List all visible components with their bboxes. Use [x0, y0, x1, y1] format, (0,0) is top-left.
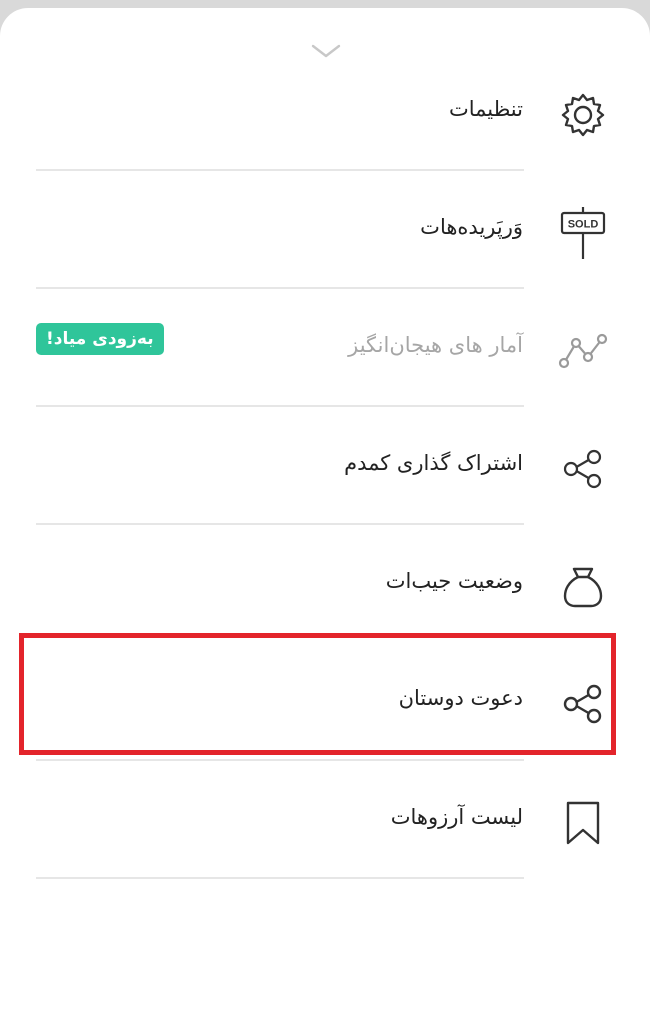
- menu-item-share-closet[interactable]: اشتراک گذاری کمدم: [0, 404, 650, 522]
- menu-item-stats[interactable]: به‌زودی میاد! آمار های هیجان‌انگیز: [0, 286, 650, 404]
- money-bag-icon: [555, 559, 611, 615]
- sold-sign-icon: SOLD: [555, 205, 611, 261]
- sold-sign-text: SOLD: [568, 219, 599, 231]
- menu-item-label: آمار های هیجان‌انگیز: [348, 333, 523, 357]
- menu-item-label: تنظیمات: [448, 97, 523, 121]
- gear-icon: [555, 87, 611, 143]
- menu-item-settings[interactable]: تنظیمات: [0, 50, 650, 168]
- bottom-sheet: تنظیمات وَرپَریده‌هات SOLD: [0, 8, 650, 1024]
- line-chart-icon: [555, 323, 611, 379]
- bookmark-icon: [555, 795, 611, 851]
- menu-item-invite-friends[interactable]: دعوت دوستان: [0, 639, 650, 757]
- menu-item-label: وضعیت جیب‌ات: [385, 569, 523, 593]
- divider: [36, 877, 524, 879]
- menu-item-label: اشتراک گذاری کمدم: [344, 451, 523, 475]
- menu-item-wishlist[interactable]: لیست آرزوهات: [0, 758, 650, 876]
- menu-item-sold-items[interactable]: وَرپَریده‌هات SOLD: [0, 168, 650, 286]
- menu-item-label: لیست آرزوهات: [390, 805, 523, 829]
- menu-item-label: وَرپَریده‌هات: [420, 215, 523, 239]
- coming-soon-badge: به‌زودی میاد!: [36, 323, 164, 355]
- share-icon: [555, 441, 611, 497]
- menu-item-wallet-status[interactable]: وضعیت جیب‌ات: [0, 522, 650, 640]
- share-icon: [555, 676, 611, 732]
- menu-item-label: دعوت دوستان: [398, 686, 523, 710]
